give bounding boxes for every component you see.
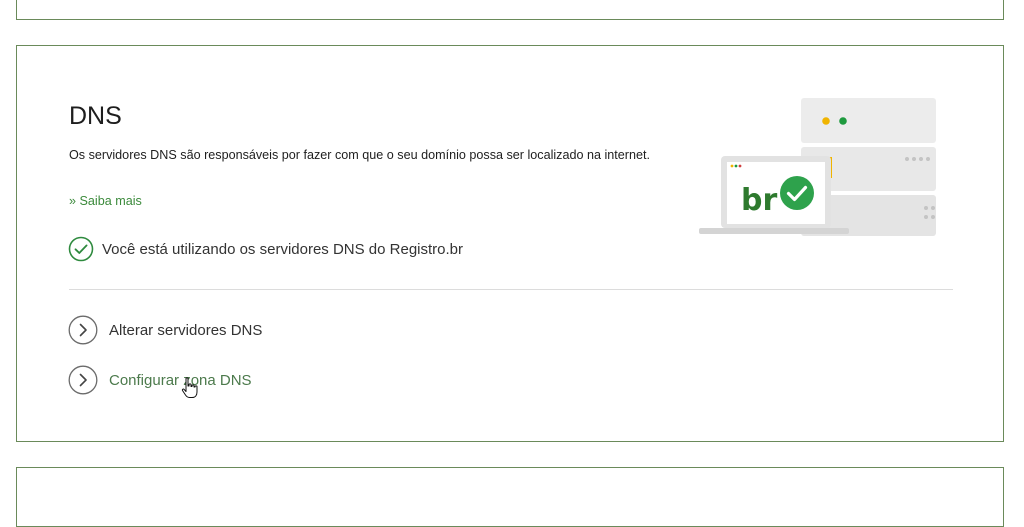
next-card [16, 467, 1004, 527]
dns-status-text: Você está utilizando os servidores DNS d… [102, 240, 464, 258]
dns-description: Os servidores DNS são responsáveis por f… [69, 148, 651, 162]
chevron-right-circle-icon [68, 315, 98, 345]
dns-illustration: br [681, 98, 963, 248]
laptop-br-text: br [741, 183, 777, 218]
hand-pointer-cursor-icon [181, 377, 199, 399]
divider [69, 289, 953, 290]
learn-more-link[interactable]: » Saiba mais [69, 194, 142, 208]
configure-dns-zone-link[interactable]: Configurar zona DNS [68, 365, 252, 395]
dns-card: DNS Os servidores DNS são responsáveis p… [16, 45, 1004, 442]
previous-card [16, 0, 1004, 20]
change-dns-servers-label: Alterar servidores DNS [109, 321, 263, 339]
dns-status: Você está utilizando os servidores DNS d… [68, 236, 463, 262]
check-circle-icon [68, 236, 94, 262]
check-circle-icon [780, 176, 814, 210]
change-dns-servers-link[interactable]: Alterar servidores DNS [68, 315, 262, 345]
dns-title: DNS [69, 102, 122, 130]
chevron-right-circle-icon [68, 365, 98, 395]
